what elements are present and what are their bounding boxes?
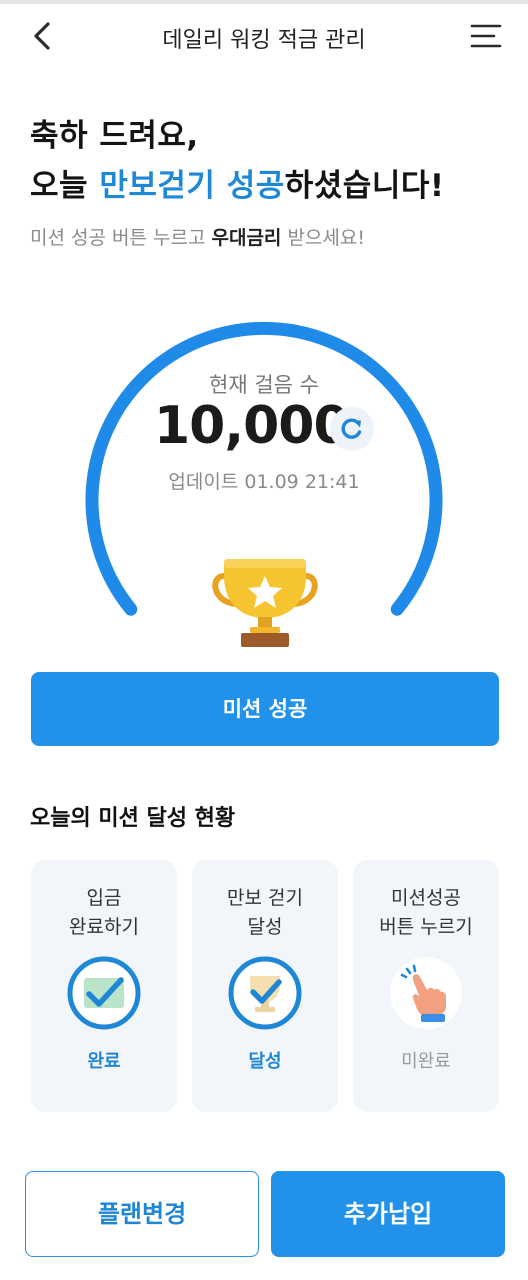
trophy-check-icon [228,956,302,1030]
refresh-button[interactable] [330,407,374,451]
mission-success-button[interactable]: 미션 성공 [31,672,499,746]
plan-change-button[interactable]: 플랜변경 [25,1171,259,1257]
mission-card-button: 미션성공 버튼 누르기 미완료 [353,860,499,1112]
app-header: 데일리 워킹 적금 관리 [0,4,528,66]
menu-button[interactable] [466,18,506,54]
mission-status-heading: 오늘의 미션 달성 현황 [30,806,236,831]
success-heading-prefix: 오늘 [30,168,100,204]
mission-card-title: 만보 걷기 달성 [192,884,338,942]
mission-card-title-line1: 미션성공 [391,887,461,909]
success-heading-suffix: 하셨습니다! [284,168,445,204]
mission-card-title: 입금 완료하기 [31,884,177,942]
reward-hint-prefix: 미션 성공 버튼 누르고 [30,227,212,249]
mission-card-walking: 만보 걷기 달성 달성 [192,860,338,1112]
hand-tap-icon [390,957,462,1029]
update-timestamp: 업데이트 01.09 21:41 [168,471,360,493]
mission-card-deposit: 입금 완료하기 완료 [31,860,177,1112]
reward-hint-bold: 우대금리 [211,227,282,249]
mission-card-title-line1: 만보 걷기 [227,887,303,909]
trophy-icon [212,559,318,647]
reward-hint: 미션 성공 버튼 누르고 우대금리 받으세요! [30,223,365,250]
current-steps-label: 현재 걸음 수 [209,373,319,397]
mission-card-title-line1: 입금 [86,887,122,909]
mission-card-title-line2: 버튼 누르기 [379,916,473,938]
deposit-check-icon [67,956,141,1030]
success-heading: 오늘 만보걷기 성공하셨습니다! [30,160,445,205]
mission-status-badge: 달성 [248,1051,282,1072]
reward-hint-suffix: 받으세요! [281,227,365,249]
mission-status-badge: 완료 [87,1051,121,1072]
page-title: 데일리 워킹 적금 관리 [162,28,366,53]
mission-card-title-line2: 완료하기 [69,916,139,938]
current-steps-value: 10,000 [154,396,350,456]
refresh-icon [341,418,362,439]
mission-status-badge: 미완료 [401,1051,451,1072]
hamburger-menu-icon [470,24,502,48]
congrats-heading: 축하 드려요, [30,118,199,154]
mission-card-title-line2: 달성 [247,916,283,938]
extra-deposit-button[interactable]: 추가납입 [271,1171,505,1257]
mission-card-title: 미션성공 버튼 누르기 [353,884,499,942]
success-heading-accent: 만보걷기 성공 [99,168,285,204]
